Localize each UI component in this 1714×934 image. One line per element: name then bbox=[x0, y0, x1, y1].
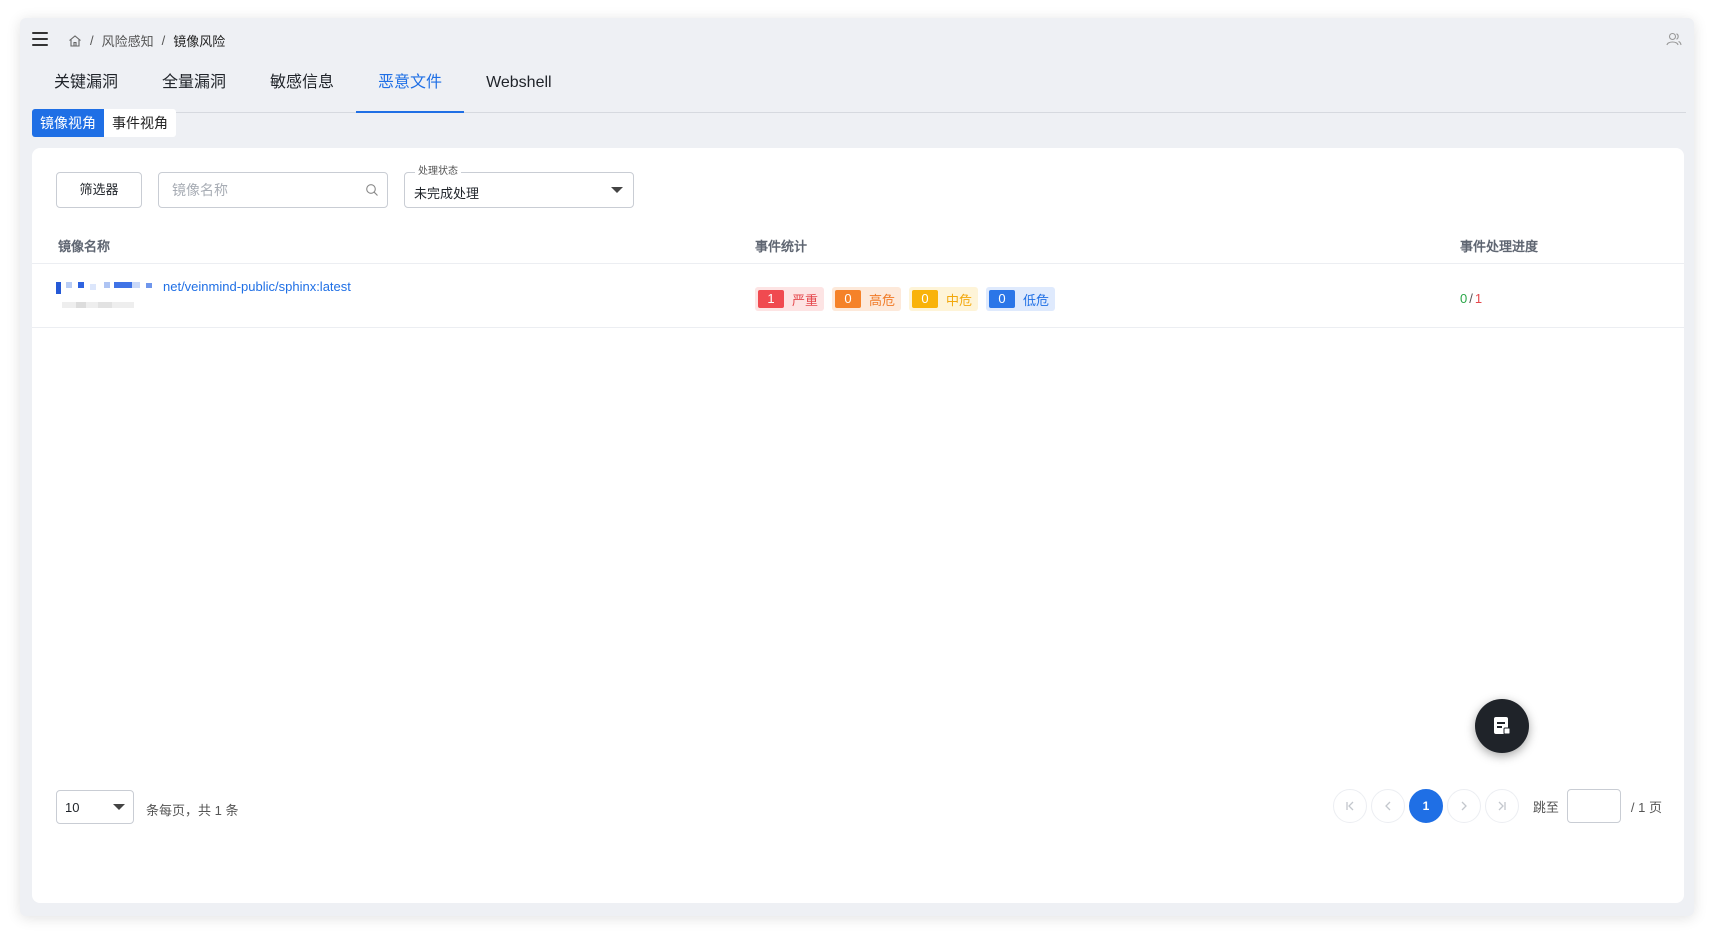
status-select-value: 未完成处理 bbox=[414, 186, 480, 201]
column-header-event-stats: 事件统计 bbox=[755, 239, 808, 254]
page-button-current[interactable]: 1 bbox=[1408, 789, 1443, 823]
first-page-icon bbox=[1346, 801, 1354, 811]
page-size-select[interactable]: 10 bbox=[56, 790, 134, 824]
critical-count: 1 bbox=[758, 290, 784, 308]
low-count: 0 bbox=[989, 290, 1016, 308]
chevron-down-icon bbox=[113, 804, 125, 810]
last-page-button[interactable] bbox=[1484, 789, 1519, 823]
content-card: 筛选器 处理状态 未完成处理 镜像名称 事件统计 事件处理进度 bbox=[32, 148, 1684, 903]
low-count-badge[interactable]: 0 低危 bbox=[986, 287, 1056, 311]
status-select[interactable]: 处理状态 未完成处理 bbox=[404, 166, 634, 208]
column-header-image-name: 镜像名称 bbox=[58, 239, 111, 254]
page-size-value: 10 bbox=[65, 800, 80, 815]
search-field bbox=[158, 172, 388, 208]
tab-sensitive-info[interactable]: 敏感信息 bbox=[248, 63, 356, 112]
risk-tabs: 关键漏洞 全量漏洞 敏感信息 恶意文件 Webshell bbox=[32, 63, 1686, 113]
progress-done: 0 bbox=[1460, 291, 1468, 306]
search-icon[interactable] bbox=[365, 183, 379, 197]
column-header-progress: 事件处理进度 bbox=[1460, 239, 1539, 254]
user-icon[interactable] bbox=[1666, 31, 1682, 47]
next-page-button[interactable] bbox=[1446, 789, 1481, 823]
tab-webshell[interactable]: Webshell bbox=[464, 63, 574, 112]
critical-label: 严重 bbox=[792, 292, 819, 308]
low-label: 低危 bbox=[1023, 292, 1050, 308]
tab-all-vulnerabilities[interactable]: 全量漏洞 bbox=[140, 63, 248, 112]
jump-label: 跳至 bbox=[1532, 799, 1559, 815]
breadcrumb: / 风险感知 / 镜像风险 bbox=[68, 31, 225, 50]
high-count-badge[interactable]: 0 高危 bbox=[832, 287, 902, 311]
total-pages: / 1 页 bbox=[1630, 799, 1662, 815]
pagination: 1 跳至 / 1 页 bbox=[1332, 789, 1662, 823]
image-name-link[interactable]: net/veinmind-public/sphinx:latest bbox=[163, 279, 351, 294]
chevron-down-icon bbox=[611, 187, 623, 193]
tab-malicious-files[interactable]: 恶意文件 bbox=[356, 63, 465, 113]
image-view-button[interactable]: 镜像视角 bbox=[32, 109, 104, 137]
critical-count-badge[interactable]: 1 严重 bbox=[755, 287, 825, 311]
row-divider bbox=[32, 327, 1684, 328]
next-page-icon bbox=[1461, 801, 1467, 811]
event-progress: 0/1 bbox=[1460, 291, 1482, 306]
filter-button[interactable]: 筛选器 bbox=[56, 172, 142, 208]
document-icon bbox=[1494, 717, 1511, 735]
medium-count: 0 bbox=[912, 290, 939, 308]
first-page-button[interactable] bbox=[1332, 789, 1367, 823]
prev-page-button[interactable] bbox=[1370, 789, 1405, 823]
tab-critical-vulnerabilities[interactable]: 关键漏洞 bbox=[32, 63, 140, 112]
home-icon[interactable] bbox=[68, 34, 82, 48]
top-bar: / 风险感知 / 镜像风险 bbox=[20, 18, 1694, 60]
status-select-legend: 处理状态 bbox=[415, 166, 461, 178]
menu-icon[interactable] bbox=[32, 32, 48, 46]
event-view-button[interactable]: 事件视角 bbox=[104, 109, 176, 137]
progress-separator: / bbox=[1469, 291, 1473, 306]
floating-document-button[interactable] bbox=[1475, 699, 1529, 753]
last-page-icon bbox=[1498, 801, 1506, 811]
page-summary: 条每页，共 1 条 bbox=[146, 803, 239, 818]
prev-page-icon bbox=[1384, 801, 1391, 811]
app-window: / 风险感知 / 镜像风险 关键漏洞 全量漏洞 敏感信息 恶意文件 Webshe… bbox=[20, 18, 1694, 916]
breadcrumb-separator: / bbox=[161, 33, 166, 48]
header-divider bbox=[32, 263, 1684, 264]
event-stats: 1 严重 0 高危 0 中危 0 低危 bbox=[755, 287, 1056, 311]
medium-count-badge[interactable]: 0 中危 bbox=[909, 287, 979, 311]
breadcrumb-separator: / bbox=[90, 33, 94, 48]
high-count: 0 bbox=[835, 290, 862, 308]
image-name-search-input[interactable] bbox=[159, 173, 349, 207]
jump-page-input[interactable] bbox=[1566, 789, 1621, 823]
medium-label: 中危 bbox=[946, 292, 973, 308]
high-label: 高危 bbox=[869, 292, 896, 308]
breadcrumb-item-image-risk: 镜像风险 bbox=[173, 34, 226, 49]
breadcrumb-item-risk-awareness[interactable]: 风险感知 bbox=[102, 31, 154, 50]
view-switch: 镜像视角 事件视角 bbox=[32, 109, 176, 137]
progress-total: 1 bbox=[1474, 291, 1483, 306]
